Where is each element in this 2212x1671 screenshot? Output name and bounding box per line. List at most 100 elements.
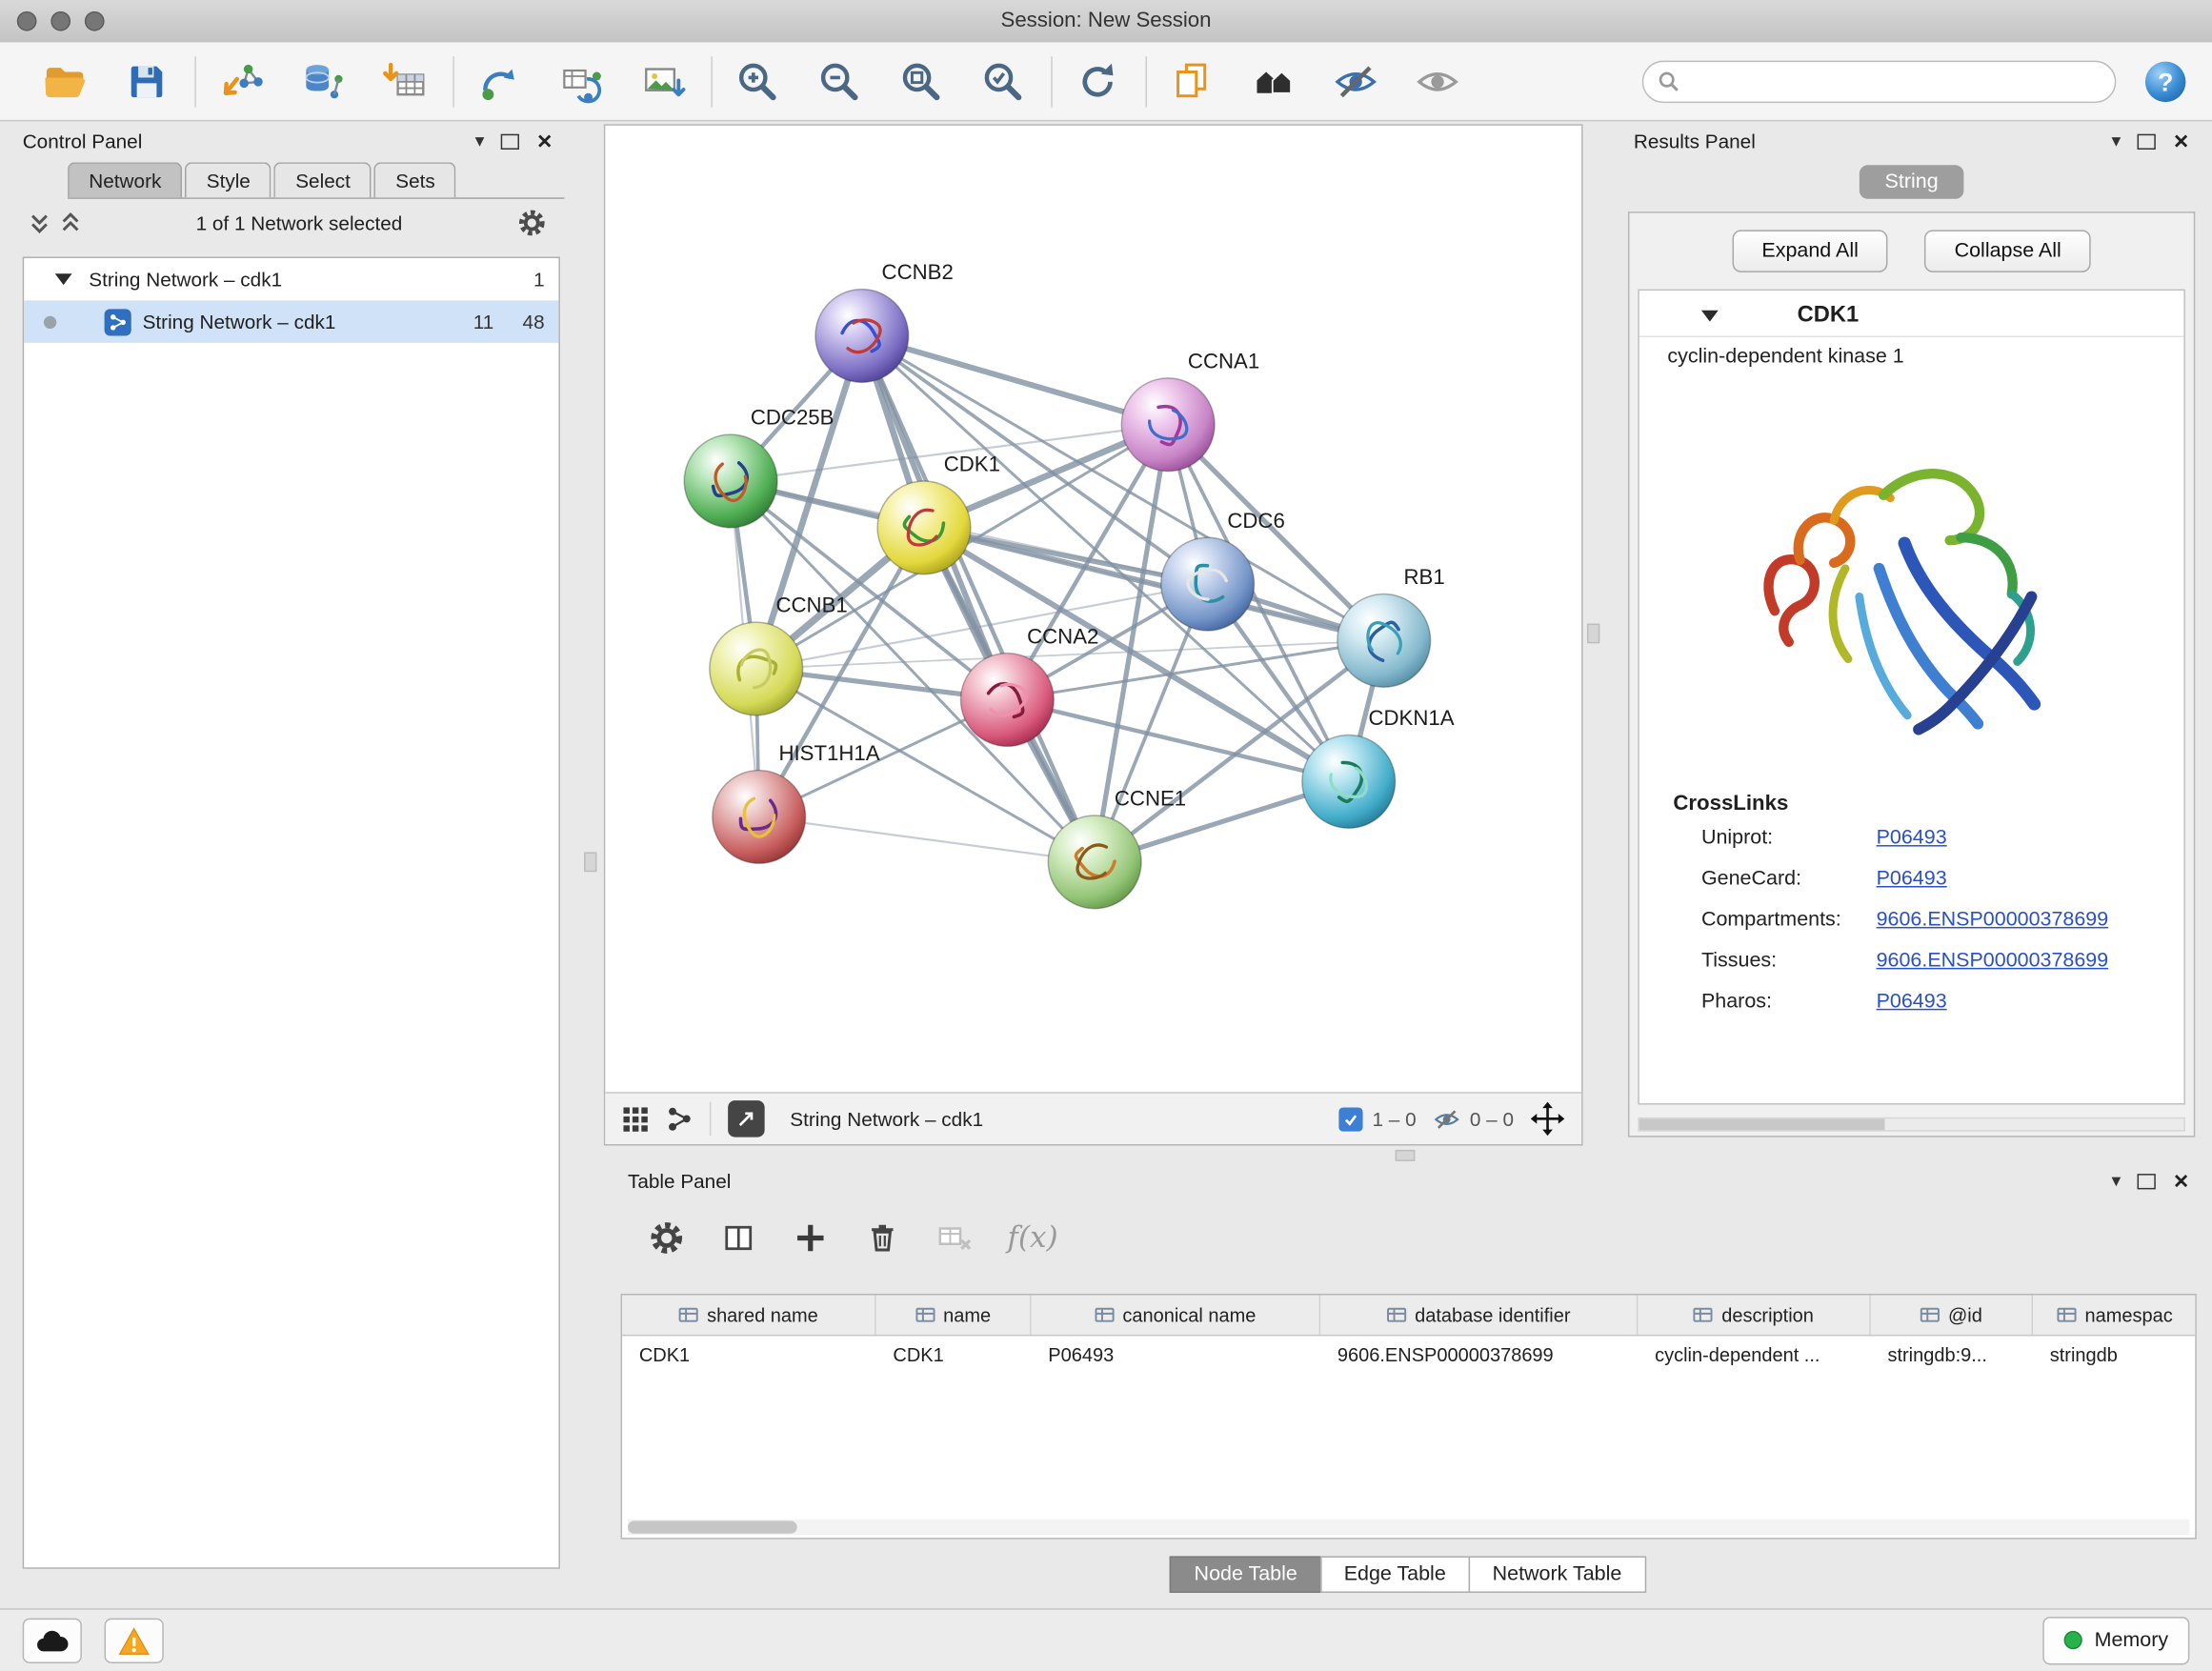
network-node-RB1[interactable] xyxy=(1337,594,1431,687)
export-image-button[interactable] xyxy=(632,49,694,113)
save-session-button[interactable] xyxy=(115,49,177,113)
table-row[interactable]: CDK1CDK1P064939606.ENSP00000378699cyclin… xyxy=(622,1336,2195,1374)
help-button[interactable]: ? xyxy=(2142,57,2189,105)
network-edge[interactable] xyxy=(862,335,1168,424)
column-header-namespac[interactable]: namespac xyxy=(2033,1295,2197,1334)
table-cell[interactable]: CDK1 xyxy=(876,1336,1032,1374)
show-all-button[interactable] xyxy=(1406,49,1468,113)
collapse-all-button[interactable]: Collapse All xyxy=(1925,230,2091,272)
collapse-arrow-icon[interactable] xyxy=(1701,311,1719,322)
vertical-splitter-handle[interactable] xyxy=(584,852,596,872)
close-panel-button[interactable]: ✕ xyxy=(536,130,553,153)
new-network-button[interactable] xyxy=(469,49,531,113)
network-node-CDKN1A[interactable] xyxy=(1302,735,1396,829)
table-cell[interactable]: CDK1 xyxy=(622,1336,876,1374)
table-horizontal-scrollbar[interactable] xyxy=(628,1520,2189,1535)
open-session-button[interactable] xyxy=(34,49,96,113)
panel-menu-icon[interactable]: ▾ xyxy=(2112,1170,2122,1193)
table-cell[interactable]: 9606.ENSP00000378699 xyxy=(1320,1336,1638,1374)
warnings-button[interactable] xyxy=(105,1618,164,1662)
network-edge[interactable] xyxy=(759,816,1095,861)
table-cell[interactable]: stringdb:9... xyxy=(1871,1336,2033,1374)
column-header-@id[interactable]: @id xyxy=(1871,1295,2033,1334)
crosslink-link[interactable]: 9606.ENSP00000378699 xyxy=(1877,950,2109,973)
zoom-fit-button[interactable] xyxy=(890,49,952,113)
table-cell[interactable]: cyclin-dependent ... xyxy=(1638,1336,1870,1374)
refresh-button[interactable] xyxy=(1067,49,1129,113)
float-panel-button[interactable] xyxy=(501,133,519,149)
vertical-splitter-handle[interactable] xyxy=(1587,624,1599,644)
network-row-selected[interactable]: String Network – cdk1 11 48 xyxy=(24,300,558,342)
expand-all-icon[interactable] xyxy=(59,211,82,234)
close-panel-button[interactable]: ✕ xyxy=(2173,130,2189,153)
network-collection-row[interactable]: String Network – cdk1 1 xyxy=(24,258,558,300)
table-cell[interactable]: P06493 xyxy=(1032,1336,1321,1374)
search-input[interactable] xyxy=(1689,69,2101,94)
import-network-database-button[interactable] xyxy=(292,49,354,113)
network-node-CDC25B[interactable] xyxy=(684,434,777,528)
tab-select[interactable]: Select xyxy=(274,162,372,197)
table-settings-gear-icon[interactable] xyxy=(648,1218,686,1257)
import-table-button[interactable] xyxy=(373,49,435,113)
table-cell[interactable]: stringdb xyxy=(2033,1336,2197,1374)
float-panel-button[interactable] xyxy=(2138,1173,2156,1188)
network-node-CDC6[interactable] xyxy=(1161,537,1255,631)
tab-network[interactable]: Network xyxy=(68,162,182,197)
network-node-CCNE1[interactable] xyxy=(1048,815,1141,909)
network-edge[interactable] xyxy=(862,335,1095,861)
cloud-button[interactable] xyxy=(23,1618,82,1662)
network-overview-icon[interactable] xyxy=(666,1105,693,1132)
panel-menu-icon[interactable]: ▾ xyxy=(475,130,485,152)
network-node-CCNB2[interactable] xyxy=(815,290,909,383)
show-columns-icon[interactable] xyxy=(719,1218,757,1257)
column-header-canonical-name[interactable]: canonical name xyxy=(1032,1295,1321,1334)
pan-crosshair-icon[interactable] xyxy=(1531,1102,1565,1137)
column-header-shared-name[interactable]: shared name xyxy=(622,1295,876,1334)
network-node-CCNA1[interactable] xyxy=(1121,378,1215,472)
new-network-from-table-button[interactable] xyxy=(551,49,613,113)
tab-edge-table[interactable]: Edge Table xyxy=(1320,1556,1470,1593)
crosslink-link[interactable]: P06493 xyxy=(1877,991,1947,1014)
grid-view-icon[interactable] xyxy=(622,1105,649,1132)
network-node-CCNA2[interactable] xyxy=(960,654,1054,747)
network-node-CDK1[interactable] xyxy=(877,481,971,574)
collapse-arrow-icon[interactable] xyxy=(55,273,72,285)
expand-all-button[interactable]: Expand All xyxy=(1732,230,1888,272)
tab-sets[interactable]: Sets xyxy=(374,162,456,197)
function-builder-button[interactable]: f(x) xyxy=(1007,1220,1057,1255)
hide-selected-button[interactable] xyxy=(1325,49,1387,113)
open-in-window-button[interactable] xyxy=(728,1100,765,1137)
tab-network-table[interactable]: Network Table xyxy=(1468,1556,1645,1593)
panel-menu-icon[interactable]: ▾ xyxy=(2112,130,2122,152)
zoom-out-button[interactable] xyxy=(809,49,871,113)
gear-icon[interactable] xyxy=(516,208,548,239)
collapse-all-icon[interactable] xyxy=(29,211,51,234)
column-header-description[interactable]: description xyxy=(1638,1295,1870,1334)
crosslink-link[interactable]: 9606.ENSP00000378699 xyxy=(1877,909,2109,932)
zoom-selected-button[interactable] xyxy=(972,49,1034,113)
add-column-icon[interactable] xyxy=(792,1218,830,1257)
tab-string[interactable]: String xyxy=(1860,165,1963,199)
results-horizontal-scrollbar[interactable] xyxy=(1638,1117,2185,1132)
column-header-name[interactable]: name xyxy=(876,1295,1032,1334)
tab-style[interactable]: Style xyxy=(186,162,272,197)
network-node-HIST1H1A[interactable] xyxy=(713,771,806,864)
results-panel: Results Panel ▾ ✕ String Expand All Coll… xyxy=(1622,124,2201,1142)
memory-button[interactable]: Memory xyxy=(2042,1616,2190,1663)
selected-checkbox-icon[interactable] xyxy=(1338,1107,1362,1131)
close-panel-button[interactable]: ✕ xyxy=(2173,1169,2189,1193)
network-canvas[interactable]: CCNB2CCNA1CDC25BCDK1CDC6RB1CCNB1CCNA2CDK… xyxy=(605,126,1581,1092)
crosslink-link[interactable]: P06493 xyxy=(1877,868,1947,891)
float-panel-button[interactable] xyxy=(2138,133,2156,149)
column-header-database-identifier[interactable]: database identifier xyxy=(1320,1295,1638,1334)
tab-node-table[interactable]: Node Table xyxy=(1170,1556,1321,1593)
crosslink-link[interactable]: P06493 xyxy=(1877,827,1947,850)
delete-column-icon[interactable] xyxy=(863,1218,901,1257)
network-node-CCNB1[interactable] xyxy=(710,622,803,715)
cybrowser-button[interactable] xyxy=(1243,49,1305,113)
protein-card-header[interactable]: CDK1 xyxy=(1639,291,2184,337)
zoom-in-button[interactable] xyxy=(727,49,789,113)
clipboard-button[interactable] xyxy=(1161,49,1223,113)
horizontal-splitter-handle[interactable] xyxy=(1396,1150,1416,1161)
import-network-file-button[interactable] xyxy=(211,49,272,113)
